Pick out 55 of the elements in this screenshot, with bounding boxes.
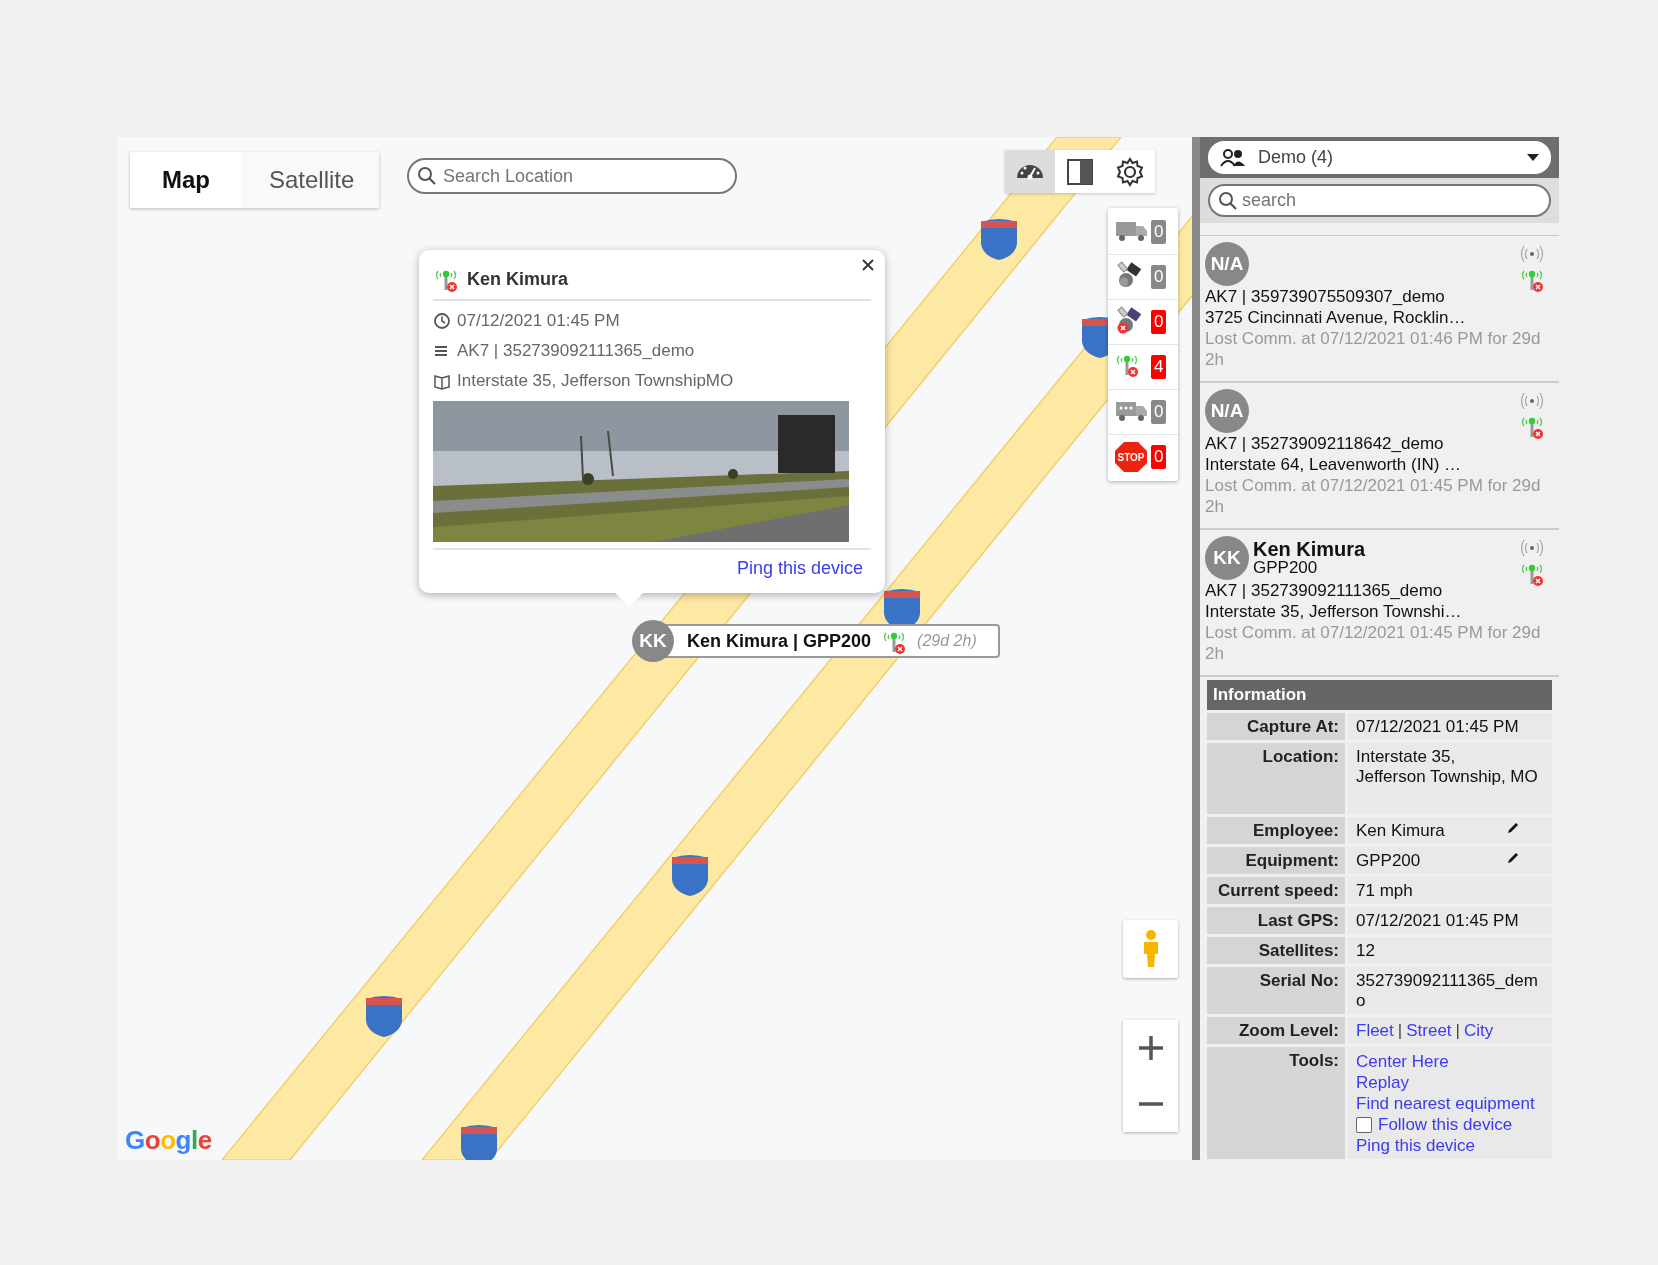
- group-dropdown[interactable]: Demo (4): [1208, 141, 1551, 174]
- field-value: 07/12/2021 01:45 PM: [1348, 713, 1552, 740]
- value-text: GPP200: [1356, 851, 1421, 871]
- field-label: Tools:: [1207, 1047, 1345, 1159]
- section-header: Information: [1207, 680, 1552, 710]
- device-id: AK7 | 352739092118642_demo: [1205, 433, 1445, 454]
- pencil-icon[interactable]: [1506, 851, 1520, 865]
- device-item[interactable]: N/A AK7 | 352739092118642_demo Interstate 64, Leavenworth (IN) … Lost Comm. at 07/12/2021 01:45 PM for 29d 2h: [1200, 383, 1559, 530]
- status-text: Lost Comm. at 07/12/2021 01:45 PM for 29d 2h: [1205, 475, 1542, 517]
- device-id: AK7 | 359739075509307_demo: [1205, 286, 1446, 307]
- checkbox[interactable]: [1356, 1116, 1372, 1133]
- field-value: 12: [1348, 937, 1552, 964]
- caret-icon: [1527, 153, 1539, 162]
- search-field[interactable]: search: [1208, 184, 1551, 217]
- equipment-name: GPP200: [1253, 559, 1319, 577]
- device-item[interactable]: N/A AK7 | 359739075509307_demo 3725 Cincinnati Avenue, Rocklin… Lost Comm. at 07/12/2021 01:46 PM for 29d 2h: [1200, 236, 1559, 383]
- field-label: Last GPS:: [1207, 907, 1345, 934]
- device-address: Interstate 35, Jefferson Townshi…: [1205, 601, 1463, 622]
- avatar: N/A: [1205, 389, 1249, 433]
- field-value: 71 mph: [1348, 877, 1552, 904]
- status-text: Lost Comm. at 07/12/2021 01:46 PM for 29d 2h: [1205, 328, 1542, 370]
- radio-wave-icon: [1519, 538, 1545, 558]
- field-label: Capture At:: [1207, 713, 1345, 740]
- field-value: 07/12/2021 01:45 PM: [1348, 907, 1552, 934]
- radio-wave-icon: [1519, 391, 1545, 411]
- zoom-link[interactable]: City: [1464, 1021, 1494, 1041]
- field-label: Employee:: [1207, 817, 1345, 844]
- radio-wave-icon: [1519, 244, 1545, 264]
- search-icon: [1218, 191, 1238, 211]
- device-address: 3725 Cincinnati Avenue, Rocklin…: [1205, 307, 1467, 328]
- avatar: KK: [1205, 536, 1249, 580]
- pencil-icon[interactable]: [1506, 821, 1520, 835]
- field-value: Fleet | Street | City: [1348, 1017, 1552, 1044]
- people-icon: [1220, 147, 1246, 168]
- field-label: Current speed:: [1207, 877, 1345, 904]
- zoom-link[interactable]: Fleet: [1356, 1021, 1394, 1041]
- field-label: Satellites:: [1207, 937, 1345, 964]
- avatar: N/A: [1205, 242, 1249, 286]
- tool-link[interactable]: Replay: [1356, 1072, 1409, 1093]
- tool-link[interactable]: Ping this device: [1356, 1135, 1476, 1156]
- tool-link[interactable]: Center Here: [1356, 1051, 1449, 1072]
- field-value: Interstate 35, Jefferson Township, MO: [1348, 743, 1552, 814]
- field-label: Serial No:: [1207, 967, 1345, 1014]
- zoom-link[interactable]: Street: [1406, 1021, 1452, 1041]
- value-text: Ken Kimura: [1356, 821, 1445, 841]
- device-name: Ken Kimura: [1253, 539, 1366, 559]
- status-text: Lost Comm. at 07/12/2021 01:45 PM for 29d 2h: [1205, 622, 1542, 664]
- tool-link[interactable]: Follow this device: [1378, 1114, 1513, 1135]
- field-label: Equipment:: [1207, 847, 1345, 874]
- device-id: AK7 | 352739092111365_demo: [1205, 580, 1444, 601]
- field-label: Location:: [1207, 743, 1345, 814]
- field-value: 352739092111365_demo: [1348, 967, 1552, 1014]
- tool-link[interactable]: Find nearest equipment: [1356, 1093, 1535, 1114]
- device-address: Interstate 64, Leavenworth (IN) …: [1205, 454, 1463, 475]
- field-label: Zoom Level:: [1207, 1017, 1345, 1044]
